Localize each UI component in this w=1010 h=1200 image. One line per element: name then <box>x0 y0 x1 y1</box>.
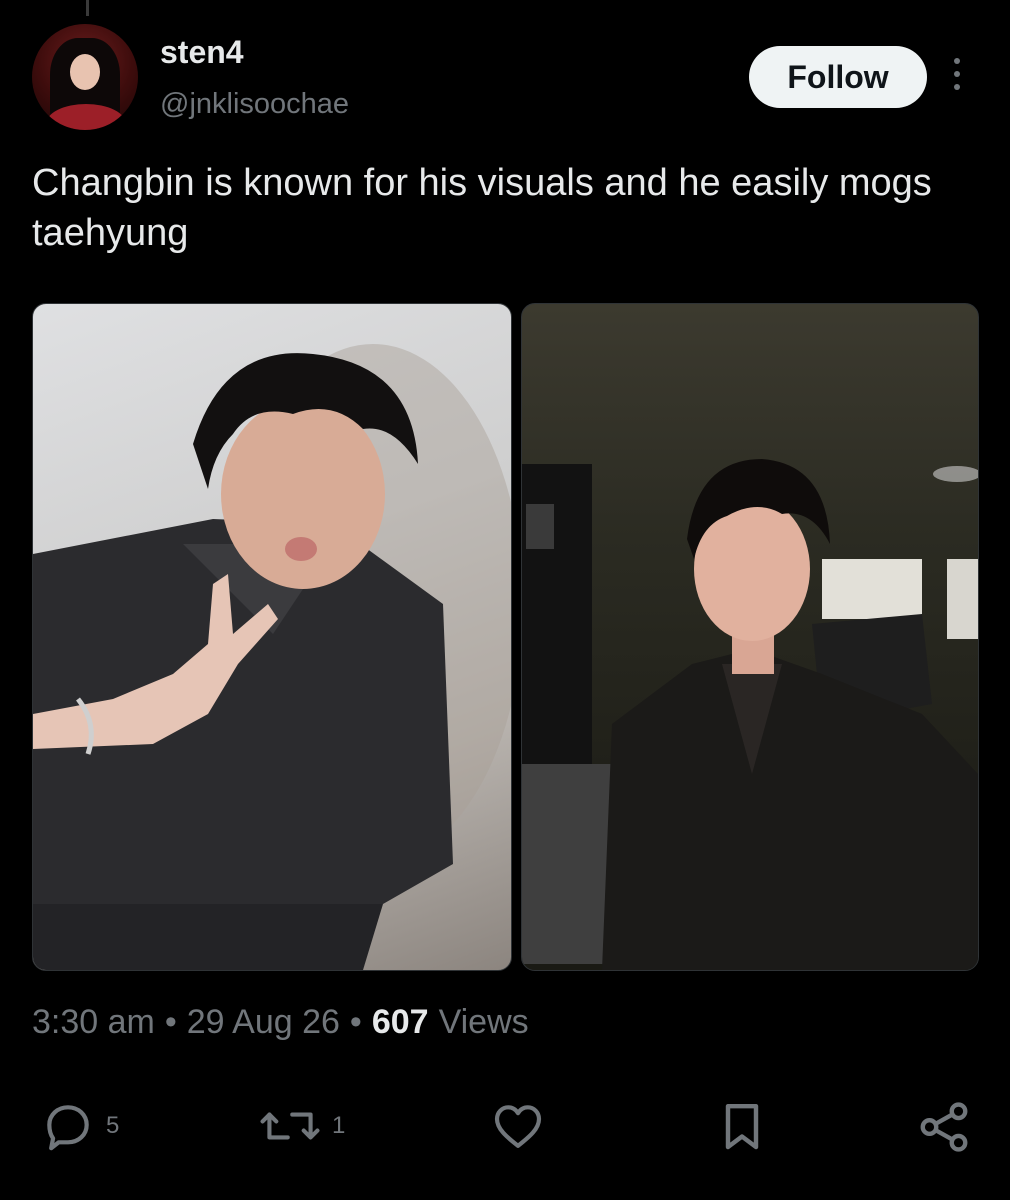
retweet-action[interactable]: 1 <box>258 1098 345 1154</box>
tweet-meta: 3:30 am • 29 Aug 26 • 607 Views <box>32 1003 529 1042</box>
share-icon <box>920 1102 968 1152</box>
follow-button[interactable]: Follow <box>749 46 927 108</box>
reply-count: 5 <box>106 1112 120 1139</box>
views-count: 607 <box>371 1003 429 1041</box>
retweet-count: 1 <box>332 1112 346 1139</box>
bookmark-icon <box>725 1103 759 1150</box>
tweet-date[interactable]: 29 Aug 26 <box>187 1003 340 1042</box>
share-action[interactable] <box>914 1098 974 1156</box>
photo-left-illustration <box>33 344 511 970</box>
avatar-face <box>70 54 100 90</box>
avatar[interactable] <box>32 24 138 130</box>
display-name[interactable]: sten4 <box>160 34 244 71</box>
user-handle[interactable]: @jnklisoochae <box>160 88 349 121</box>
meta-separator: • <box>349 1003 362 1041</box>
reply-action[interactable]: 5 <box>40 1098 119 1154</box>
photo-right-illustration <box>522 459 978 970</box>
views-label: Views <box>438 1003 529 1041</box>
tweet-photo-left[interactable] <box>32 303 512 971</box>
like-action[interactable] <box>489 1098 547 1154</box>
tweet-time[interactable]: 3:30 am <box>32 1003 155 1042</box>
more-vertical-icon[interactable] <box>950 58 964 98</box>
thread-connector <box>86 0 89 16</box>
tweet-text: Changbin is known for his visuals and he… <box>32 162 932 254</box>
bookmark-action[interactable] <box>714 1098 770 1154</box>
like-icon <box>494 1105 542 1148</box>
meta-separator: • <box>164 1003 177 1041</box>
reply-icon <box>47 1105 89 1151</box>
retweet-icon <box>260 1112 320 1140</box>
tweet-photo-right[interactable] <box>521 303 979 971</box>
